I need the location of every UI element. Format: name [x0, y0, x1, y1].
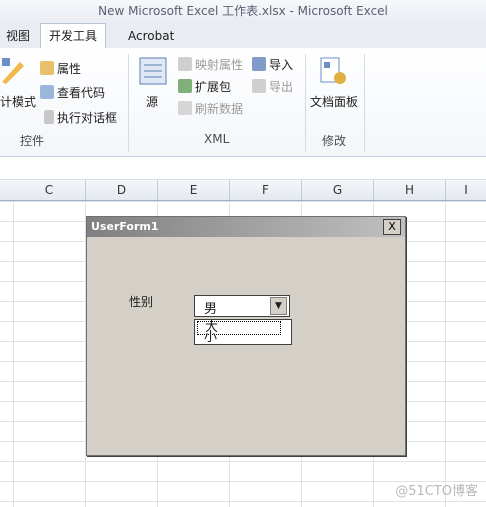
document-panel-icon [318, 56, 348, 89]
refresh-data-icon [178, 101, 192, 115]
design-mode-icon [0, 56, 26, 87]
combobox-value: 男 [204, 302, 218, 317]
separator [364, 54, 365, 152]
window-title: New Microsoft Excel 工作表.xlsx - Microsoft… [0, 0, 486, 22]
separator [128, 54, 129, 152]
userform-title: UserForm1 [87, 217, 405, 237]
userform-window: UserForm1 X 性别 男 ▼ 大 小 [86, 216, 406, 456]
properties-icon [40, 61, 54, 75]
gender-label: 性别 [129, 295, 154, 309]
map-properties-button[interactable]: 映射属性 [178, 56, 243, 73]
dropdown-option[interactable]: 小 [204, 331, 217, 344]
column-header: C D E F G H I [0, 180, 486, 201]
formula-bar-area [0, 157, 486, 180]
design-mode-button[interactable]: 计模式 [0, 93, 36, 110]
export-button[interactable]: 导出 [252, 78, 293, 95]
column-header-e[interactable]: E [158, 180, 230, 200]
properties-button[interactable]: 属性 [40, 60, 81, 77]
view-code-icon [40, 85, 54, 99]
column-header-g[interactable]: G [302, 180, 374, 200]
document-panel-button[interactable]: 文档面板 [310, 93, 358, 110]
ribbon-tabs: 视图 开发工具 Acrobat [0, 22, 486, 50]
expansion-packs-icon [178, 79, 192, 93]
modify-group-label: 修改 [322, 134, 347, 148]
combobox-dropdown-list: 大 小 [194, 319, 292, 345]
refresh-data-button[interactable]: 刷新数据 [178, 100, 243, 117]
column-header-i[interactable]: I [446, 180, 486, 200]
import-button[interactable]: 导入 [252, 56, 293, 73]
gender-combobox[interactable]: 男 ▼ [194, 295, 290, 317]
tab-developer[interactable]: 开发工具 [40, 23, 107, 50]
export-icon [252, 79, 266, 93]
ribbon: 计模式 属性 查看代码 执行对话框 控件 源 映射属性 扩展包 刷新数据 导入 … [0, 48, 486, 157]
tab-acrobat[interactable]: Acrobat [120, 24, 182, 48]
run-dialog-button[interactable]: 执行对话框 [44, 109, 117, 126]
tab-view[interactable]: 视图 [0, 24, 38, 48]
map-properties-icon [178, 57, 192, 71]
source-button[interactable]: 源 [146, 93, 158, 110]
source-icon [138, 56, 168, 89]
chevron-down-icon[interactable]: ▼ [270, 297, 287, 315]
column-header-f[interactable]: F [230, 180, 302, 200]
column-header-h[interactable]: H [374, 180, 446, 200]
controls-group-label: 控件 [20, 134, 45, 148]
close-button[interactable]: X [383, 219, 401, 235]
expansion-packs-button[interactable]: 扩展包 [178, 78, 231, 95]
view-code-button[interactable]: 查看代码 [40, 84, 105, 101]
column-header-c[interactable]: C [13, 180, 86, 200]
separator [305, 54, 306, 152]
watermark: @51CTO博客 [395, 484, 478, 499]
import-icon [252, 57, 266, 71]
column-header-d[interactable]: D [86, 180, 158, 200]
run-dialog-icon [44, 110, 54, 124]
xml-group-label: XML [204, 132, 230, 146]
